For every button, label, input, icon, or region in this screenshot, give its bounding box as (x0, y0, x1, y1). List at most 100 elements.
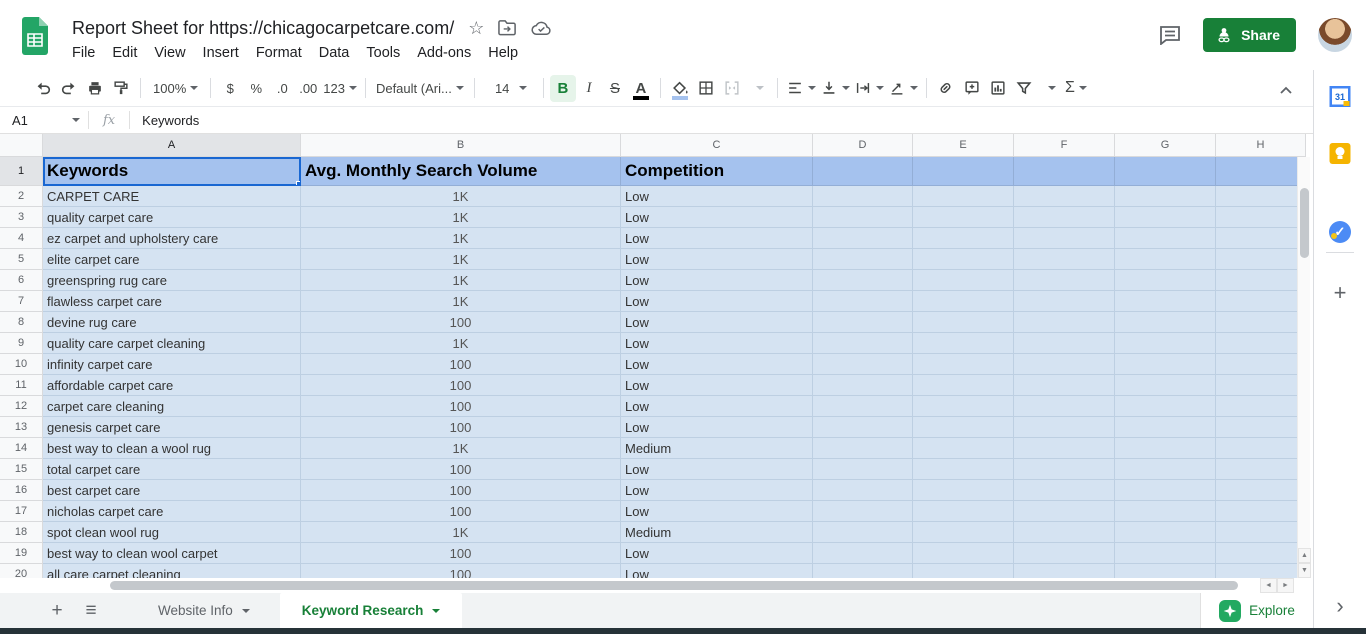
expand-side-panel-icon[interactable]: › (1336, 593, 1343, 619)
row-header-19[interactable]: 19 (0, 543, 43, 564)
cell-E9[interactable] (913, 333, 1014, 354)
cell-G14[interactable] (1115, 438, 1216, 459)
cell-F2[interactable] (1014, 186, 1115, 207)
cell-F3[interactable] (1014, 207, 1115, 228)
filter-button[interactable] (1011, 75, 1037, 102)
cell-D19[interactable] (813, 543, 913, 564)
menu-view[interactable]: View (154, 45, 185, 61)
horizontal-scrollbar[interactable]: ◄ ► (0, 578, 1310, 593)
cell-A13[interactable]: genesis carpet care (43, 417, 301, 438)
cell-B1[interactable]: Avg. Monthly Search Volume (301, 157, 621, 186)
cell-F6[interactable] (1014, 270, 1115, 291)
tasks-icon[interactable]: ✓ (1329, 221, 1351, 243)
insert-comment-button[interactable] (959, 75, 985, 102)
row-header-12[interactable]: 12 (0, 396, 43, 417)
cell-C3[interactable]: Low (621, 207, 813, 228)
cell-G6[interactable] (1115, 270, 1216, 291)
font-size-select[interactable]: 14 (481, 75, 537, 102)
format-currency-button[interactable]: $ (217, 75, 243, 102)
column-header-B[interactable]: B (301, 134, 621, 157)
merge-cells-caret[interactable] (745, 75, 771, 102)
cell-G20[interactable] (1115, 564, 1216, 578)
sheets-logo-icon[interactable] (20, 17, 50, 55)
menu-help[interactable]: Help (488, 45, 518, 61)
cloud-saved-icon[interactable] (531, 21, 552, 36)
paint-format-button[interactable] (108, 75, 134, 102)
vertical-align-button[interactable] (818, 75, 852, 102)
cell-D6[interactable] (813, 270, 913, 291)
cell-B19[interactable]: 100 (301, 543, 621, 564)
cell-H16[interactable] (1216, 480, 1297, 501)
cell-H10[interactable] (1216, 354, 1297, 375)
cell-C20[interactable]: Low (621, 564, 813, 578)
tab-menu-caret-icon[interactable] (242, 609, 250, 613)
fill-color-button[interactable] (667, 75, 693, 102)
row-header-11[interactable]: 11 (0, 375, 43, 396)
move-to-folder-icon[interactable] (498, 20, 517, 36)
cell-F20[interactable] (1014, 564, 1115, 578)
cell-E19[interactable] (913, 543, 1014, 564)
cell-A11[interactable]: affordable carpet care (43, 375, 301, 396)
cell-E8[interactable] (913, 312, 1014, 333)
cell-E1[interactable] (913, 157, 1014, 186)
borders-button[interactable] (693, 75, 719, 102)
cell-F11[interactable] (1014, 375, 1115, 396)
collapse-toolbar-button[interactable] (1273, 77, 1299, 104)
cell-D2[interactable] (813, 186, 913, 207)
cell-F5[interactable] (1014, 249, 1115, 270)
document-title[interactable]: Report Sheet for https://chicagocarpetca… (72, 18, 454, 39)
vertical-scrollbar[interactable]: ▲ ▼ (1297, 157, 1310, 578)
cell-E2[interactable] (913, 186, 1014, 207)
row-header-5[interactable]: 5 (0, 249, 43, 270)
column-header-G[interactable]: G (1115, 134, 1216, 157)
cell-B8[interactable]: 100 (301, 312, 621, 333)
cell-D12[interactable] (813, 396, 913, 417)
cell-A16[interactable]: best carpet care (43, 480, 301, 501)
row-header-1[interactable]: 1 (0, 157, 43, 186)
cell-G5[interactable] (1115, 249, 1216, 270)
user-avatar[interactable] (1318, 18, 1352, 52)
cell-B3[interactable]: 1K (301, 207, 621, 228)
cell-D5[interactable] (813, 249, 913, 270)
cell-G3[interactable] (1115, 207, 1216, 228)
cell-G7[interactable] (1115, 291, 1216, 312)
cell-C5[interactable]: Low (621, 249, 813, 270)
column-header-H[interactable]: H (1216, 134, 1306, 157)
cell-B20[interactable]: 100 (301, 564, 621, 578)
menu-tools[interactable]: Tools (366, 45, 400, 61)
cell-H13[interactable] (1216, 417, 1297, 438)
cell-E16[interactable] (913, 480, 1014, 501)
cell-B2[interactable]: 1K (301, 186, 621, 207)
menu-edit[interactable]: Edit (112, 45, 137, 61)
cell-E7[interactable] (913, 291, 1014, 312)
cell-B16[interactable]: 100 (301, 480, 621, 501)
cell-H6[interactable] (1216, 270, 1297, 291)
cell-B14[interactable]: 1K (301, 438, 621, 459)
cell-C17[interactable]: Low (621, 501, 813, 522)
star-icon[interactable]: ☆ (468, 19, 484, 37)
column-header-E[interactable]: E (913, 134, 1014, 157)
cell-E11[interactable] (913, 375, 1014, 396)
row-header-4[interactable]: 4 (0, 228, 43, 249)
cell-A1[interactable]: Keywords (43, 157, 301, 186)
decrease-decimal-button[interactable]: .0 (269, 75, 295, 102)
cell-B11[interactable]: 100 (301, 375, 621, 396)
keep-icon[interactable] (1330, 143, 1351, 164)
cell-F16[interactable] (1014, 480, 1115, 501)
cell-D10[interactable] (813, 354, 913, 375)
get-add-ons-button[interactable]: + (1334, 282, 1347, 304)
menu-data[interactable]: Data (319, 45, 350, 61)
strikethrough-button[interactable]: S (602, 75, 628, 102)
cell-A7[interactable]: flawless carpet care (43, 291, 301, 312)
cell-G1[interactable] (1115, 157, 1216, 186)
cell-C18[interactable]: Medium (621, 522, 813, 543)
cell-F18[interactable] (1014, 522, 1115, 543)
cell-D9[interactable] (813, 333, 913, 354)
all-sheets-button[interactable]: ≡ (74, 593, 108, 628)
cell-H15[interactable] (1216, 459, 1297, 480)
cell-H4[interactable] (1216, 228, 1297, 249)
cell-A12[interactable]: carpet care cleaning (43, 396, 301, 417)
cell-C19[interactable]: Low (621, 543, 813, 564)
scroll-up-button[interactable]: ▲ (1298, 548, 1311, 563)
cell-E12[interactable] (913, 396, 1014, 417)
